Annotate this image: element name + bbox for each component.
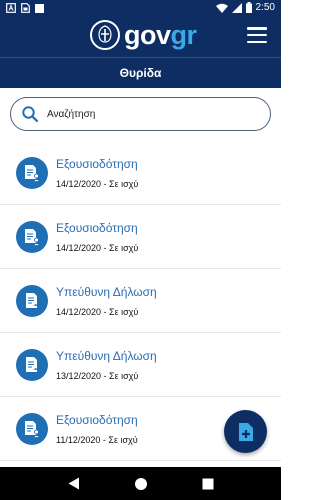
cell-signal-icon [231, 2, 242, 13]
list-item[interactable]: Υπεύθυνη Δήλωση 13/12/2020 - Σε ισχύ [0, 333, 281, 397]
search-input[interactable] [47, 108, 247, 120]
wifi-icon [215, 3, 228, 13]
declaration-doc-icon [16, 349, 48, 381]
item-title: Εξουσιοδότηση [56, 157, 138, 171]
hamburger-menu-icon[interactable] [247, 27, 267, 43]
back-icon[interactable] [65, 475, 83, 493]
item-subtitle: 14/12/2020 - Σε ισχύ [56, 243, 139, 253]
declaration-doc-icon [16, 285, 48, 317]
page-title: Θυρίδα [119, 66, 162, 80]
home-icon[interactable] [132, 475, 150, 493]
status-right-icons: 2:50 [215, 2, 275, 13]
recents-icon[interactable] [199, 475, 217, 493]
sim-icon [21, 3, 30, 13]
list-item[interactable]: Εξουσιοδότηση 14/12/2020 - Σε ισχύ [0, 141, 281, 205]
item-title: Εξουσιοδότηση [56, 413, 138, 427]
item-subtitle: 11/12/2020 - Σε ισχύ [56, 435, 138, 445]
status-time: 2:50 [255, 2, 275, 13]
item-title: Υπεύθυνη Δήλωση [56, 285, 157, 299]
notification-a-icon [6, 3, 16, 13]
authorization-doc-icon [16, 413, 48, 445]
item-title: Εξουσιοδότηση [56, 221, 138, 235]
page-title-bar: Θυρίδα [0, 57, 281, 88]
status-bar: 2:50 [0, 0, 281, 17]
logo-gov-text: gov [124, 20, 171, 50]
list-item[interactable]: Υπεύθυνη Δήλωση 14/12/2020 - Σε ισχύ [0, 269, 281, 333]
logo-gr-text: gr [170, 20, 198, 50]
status-left-icons [6, 3, 44, 13]
item-subtitle: 13/12/2020 - Σε ισχύ [56, 371, 139, 381]
govgr-logo: govgr [90, 20, 197, 50]
item-subtitle: 14/12/2020 - Σε ισχύ [56, 179, 139, 189]
authorization-doc-icon [16, 157, 48, 189]
greek-emblem-icon [90, 20, 120, 50]
logo-wordmark: govgr [124, 20, 197, 50]
new-document-icon [238, 422, 253, 441]
screen: 2:50 govgr Θυρίδα Αναζήτηση Εξουσιοδότησ… [0, 0, 281, 500]
new-document-button[interactable] [224, 410, 267, 453]
system-nav-bar [0, 467, 281, 500]
list-item[interactable]: Εξουσιοδότηση 14/12/2020 - Σε ισχύ [0, 205, 281, 269]
item-title: Υπεύθυνη Δήλωση [56, 349, 157, 363]
search-bar[interactable] [10, 97, 271, 131]
app-bar: govgr [0, 17, 281, 57]
battery-icon [245, 2, 252, 13]
square-icon [35, 3, 44, 13]
item-subtitle: 14/12/2020 - Σε ισχύ [56, 307, 139, 317]
authorization-doc-icon [16, 221, 48, 253]
search-icon[interactable] [21, 105, 39, 123]
